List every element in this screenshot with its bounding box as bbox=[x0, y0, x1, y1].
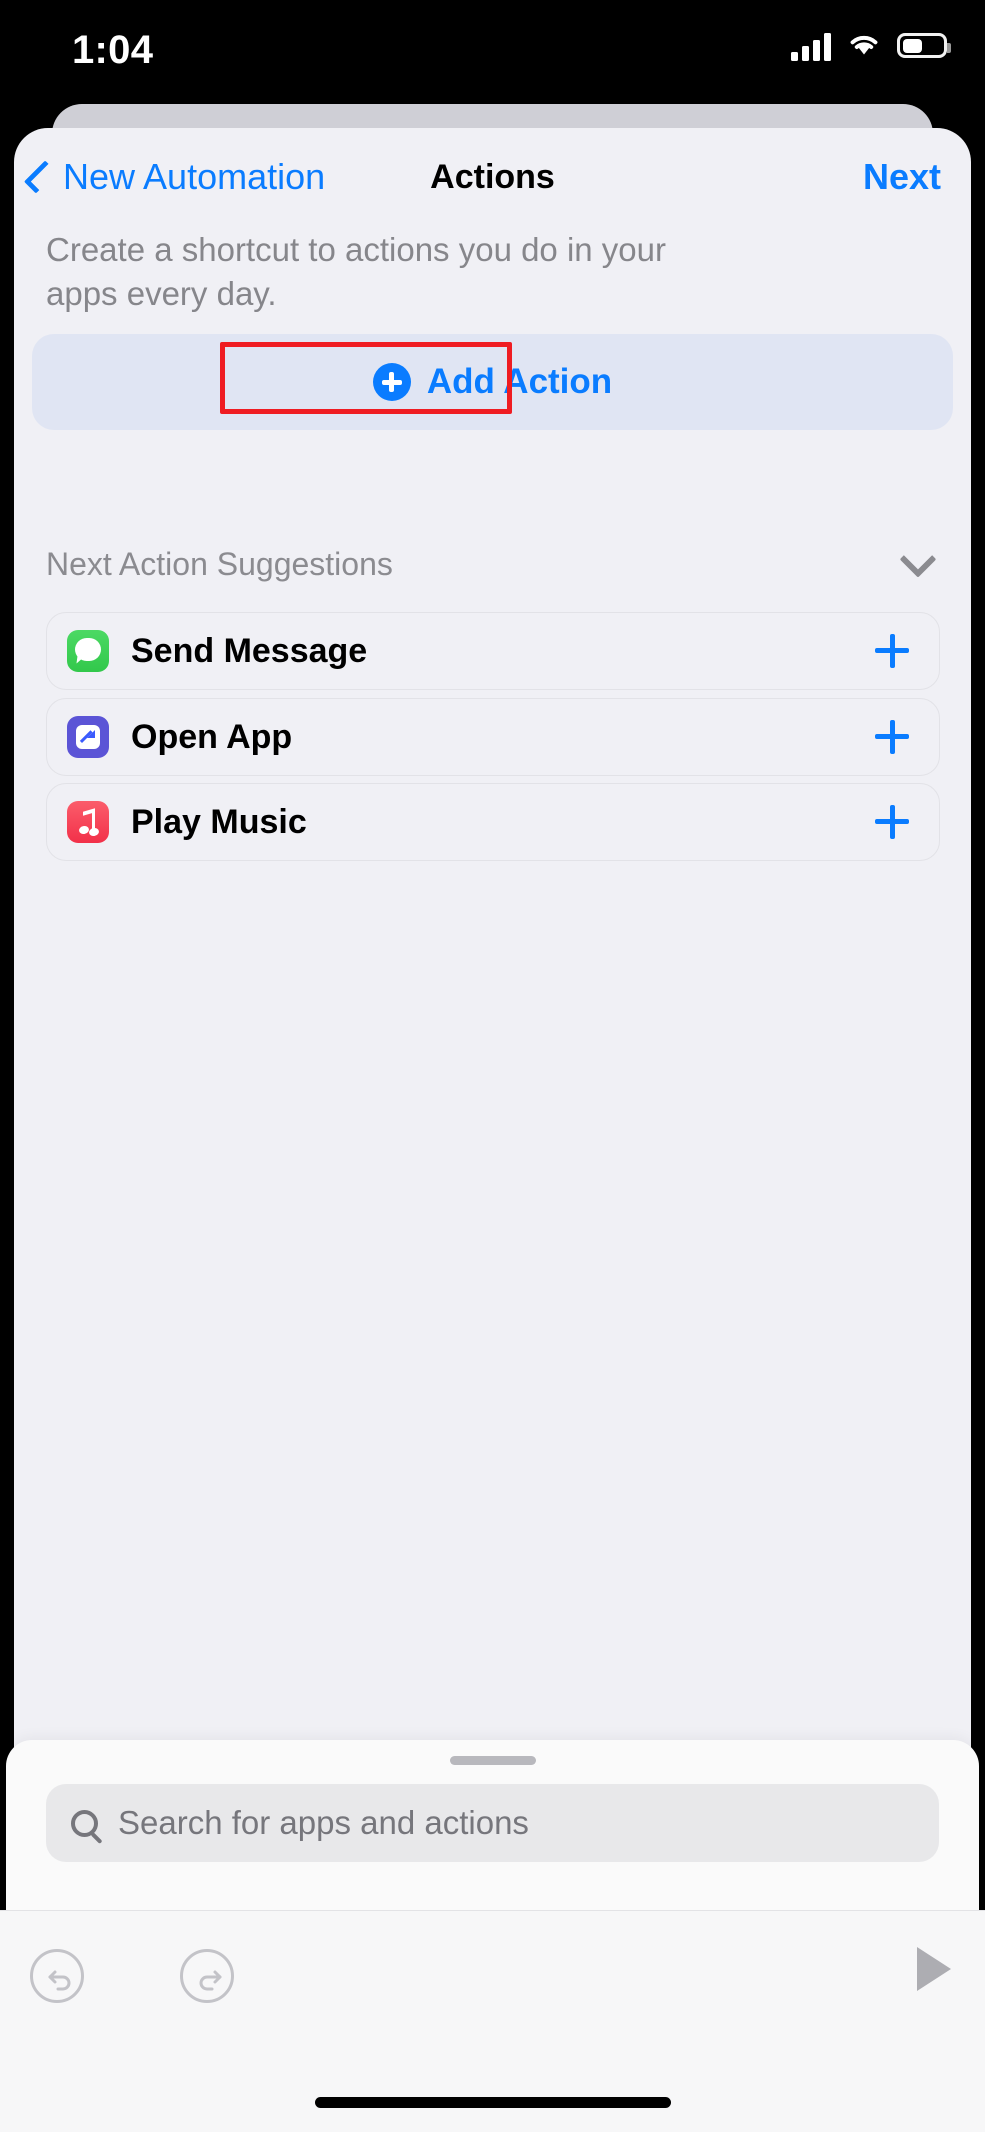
editor-description: Create a shortcut to actions you do in y… bbox=[46, 231, 667, 313]
search-icon bbox=[71, 1809, 98, 1837]
open-app-icon bbox=[67, 716, 109, 758]
wifi-icon bbox=[847, 30, 881, 61]
redo-icon[interactable] bbox=[180, 1949, 234, 2003]
plus-circle-icon bbox=[372, 363, 411, 401]
add-action-button[interactable]: Add Action bbox=[345, 348, 640, 416]
home-indicator bbox=[314, 2097, 671, 2108]
add-action-panel: Add Action bbox=[32, 334, 953, 430]
add-action-label: Add Action bbox=[426, 362, 613, 401]
undo-icon[interactable] bbox=[30, 1949, 84, 2003]
add-suggestion-button[interactable] bbox=[875, 720, 909, 754]
suggestion-row-open-app[interactable]: Open App bbox=[46, 698, 940, 776]
play-icon[interactable] bbox=[917, 1947, 951, 1991]
messages-app-icon bbox=[67, 630, 109, 672]
add-suggestion-button[interactable] bbox=[875, 634, 909, 668]
battery-icon bbox=[897, 33, 951, 58]
cellular-signal-icon bbox=[791, 31, 831, 61]
page-title: Actions bbox=[430, 158, 555, 196]
suggestion-label: Send Message bbox=[131, 631, 368, 670]
music-app-icon bbox=[67, 801, 109, 843]
suggestions-title: Next Action Suggestions bbox=[46, 546, 393, 582]
bottom-toolbar bbox=[0, 1910, 985, 2132]
suggestion-row-send-message[interactable]: Send Message bbox=[46, 612, 940, 690]
sheet-grab-handle[interactable] bbox=[449, 1756, 536, 1765]
shortcut-editor-sheet: New Automation Actions Next Create a sho… bbox=[14, 128, 971, 1978]
chevron-down-icon[interactable] bbox=[899, 540, 937, 578]
status-bar-icons bbox=[791, 30, 951, 61]
suggestion-label: Play Music bbox=[131, 802, 307, 841]
navigation-bar: New Automation Actions Next bbox=[14, 128, 971, 228]
next-action-suggestions-header[interactable]: Next Action Suggestions bbox=[32, 540, 953, 583]
status-bar-time: 1:04 bbox=[72, 28, 154, 72]
action-library-sheet: Search for apps and actions bbox=[6, 1740, 979, 1910]
suggestion-row-play-music[interactable]: Play Music bbox=[46, 783, 940, 861]
add-suggestion-button[interactable] bbox=[875, 805, 909, 839]
search-placeholder: Search for apps and actions bbox=[118, 1804, 529, 1841]
suggestion-label: Open App bbox=[131, 717, 293, 756]
search-input[interactable]: Search for apps and actions bbox=[46, 1784, 939, 1862]
status-bar: 1:04 bbox=[0, 0, 985, 110]
next-button[interactable]: Next bbox=[863, 156, 941, 198]
